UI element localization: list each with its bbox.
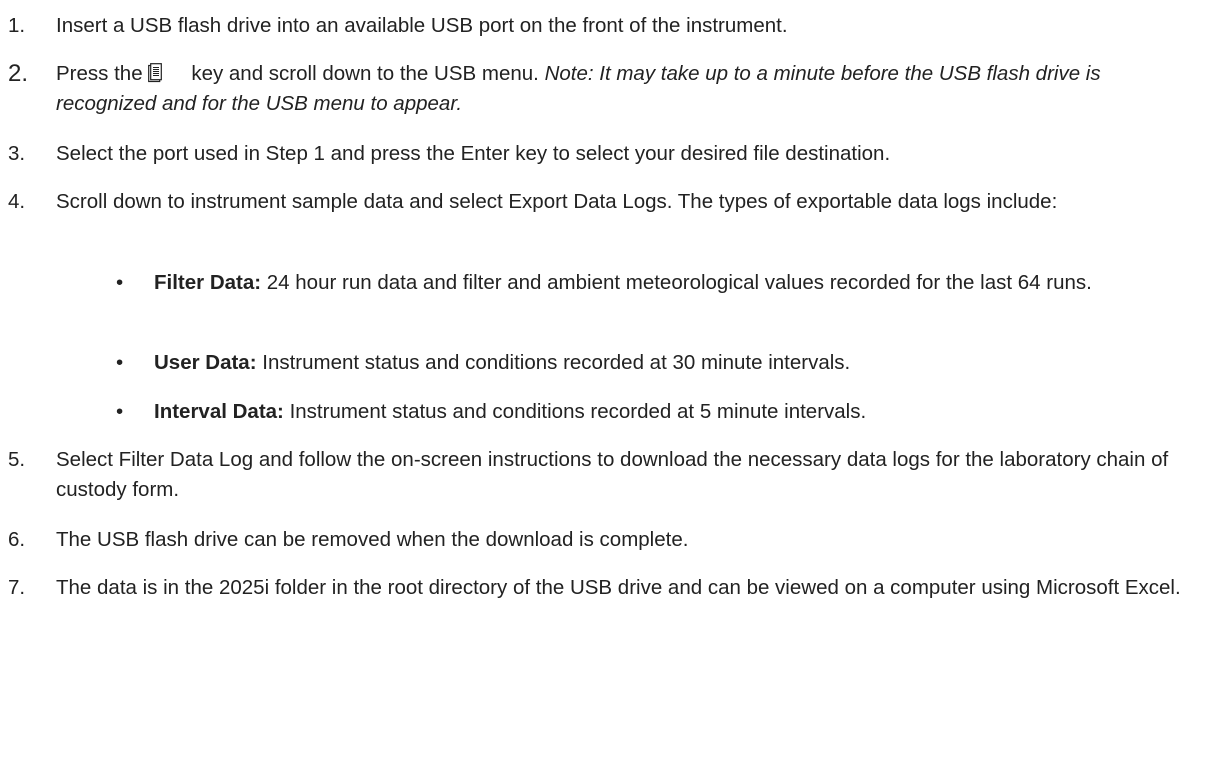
step-3: 3. Select the port used in Step 1 and pr… bbox=[0, 139, 1202, 169]
step-text: The USB flash drive can be removed when … bbox=[56, 528, 689, 551]
bullet-marker: • bbox=[116, 351, 124, 374]
instruction-document: 1. Insert a USB flash drive into an avai… bbox=[0, 0, 1210, 757]
step-number: 4. bbox=[8, 190, 26, 213]
step-number: 6. bbox=[8, 528, 26, 551]
step-text: Press the key and scroll down to the USB… bbox=[56, 59, 1202, 119]
bullet-filter-data: • Filter Data: 24 hour run data and filt… bbox=[100, 268, 1202, 298]
step-4: 4. Scroll down to instrument sample data… bbox=[0, 187, 1202, 217]
step-text: The data is in the 2025i folder in the r… bbox=[56, 576, 1181, 599]
step-text: Select Filter Data Log and follow the on… bbox=[56, 448, 1169, 501]
step-text: Insert a USB flash drive into an availab… bbox=[56, 14, 788, 37]
bullet-term: User Data: bbox=[154, 351, 257, 374]
bullet-user-data: • User Data: Instrument status and condi… bbox=[100, 348, 1202, 378]
step-7: 7. The data is in the 2025i folder in th… bbox=[0, 573, 1202, 603]
bullet-desc: Instrument status and conditions recorde… bbox=[283, 400, 867, 423]
bullet-text: User Data: Instrument status and conditi… bbox=[154, 348, 1202, 378]
bullet-marker: • bbox=[116, 271, 124, 294]
bullet-desc: 24 hour run data and filter and ambient … bbox=[261, 271, 1092, 294]
step-number: 7. bbox=[8, 576, 26, 599]
step-number: 5. bbox=[8, 448, 26, 471]
bullet-interval-data: • Interval Data: Instrument status and c… bbox=[100, 397, 1202, 427]
bullet-text: Interval Data: Instrument status and con… bbox=[154, 397, 1202, 427]
step-number: 2. bbox=[8, 60, 29, 87]
step-number: 3. bbox=[8, 142, 26, 165]
step-1: 1. Insert a USB flash drive into an avai… bbox=[0, 11, 1202, 41]
step-text-after: key and scroll down to the USB menu. bbox=[191, 62, 539, 85]
step-number: 1. bbox=[8, 14, 26, 37]
bullet-term: Interval Data: bbox=[154, 400, 284, 423]
step-2: 2. Press the key and scroll down to the … bbox=[0, 59, 1202, 119]
step-5: 5. Select Filter Data Log and follow the… bbox=[0, 445, 1202, 505]
step-text: Select the port used in Step 1 and press… bbox=[56, 142, 891, 165]
bullet-desc: Instrument status and conditions recorde… bbox=[256, 351, 851, 374]
step-6: 6. The USB flash drive can be removed wh… bbox=[0, 525, 1202, 555]
step-text-before: Press the bbox=[56, 62, 143, 85]
bullet-text: Filter Data: 24 hour run data and filter… bbox=[154, 268, 1202, 298]
step-text: Scroll down to instrument sample data an… bbox=[56, 190, 1058, 213]
menu-key-icon bbox=[147, 62, 162, 83]
bullet-marker: • bbox=[116, 400, 124, 423]
bullet-term: Filter Data: bbox=[154, 271, 262, 294]
